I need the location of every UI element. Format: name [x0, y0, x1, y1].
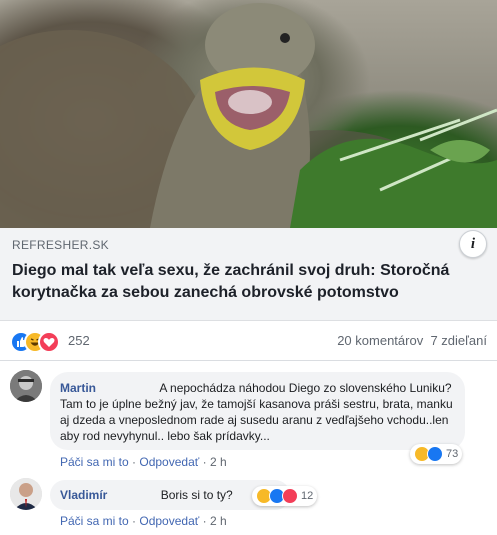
comments-count[interactable]: 20 komentárov [337, 333, 423, 348]
comment-reaction-count: 73 [446, 448, 459, 460]
love-reaction-icon [282, 488, 298, 504]
reply-link[interactable]: Odpovedať [139, 455, 199, 469]
comment-reactions[interactable]: 73 [410, 444, 463, 464]
link-title[interactable]: Diego mal tak veľa sexu, že zachránil sv… [12, 260, 452, 304]
like-reaction-icon [427, 446, 443, 462]
love-reaction-icon [38, 331, 60, 353]
comment-text: A nepochádza náhodou Diego zo slovenskéh… [60, 381, 453, 443]
comment-actions: Páči sa mi to · Odpovedať · 2 h [60, 514, 227, 528]
comment-author[interactable]: Vladimír [60, 488, 107, 502]
shares-count[interactable]: 7 zdieľaní [430, 333, 487, 348]
info-icon[interactable]: i [459, 230, 487, 258]
comment-time[interactable]: 2 h [210, 455, 227, 469]
comment-reactions[interactable]: 12 [252, 486, 318, 506]
comments-shares: 20 komentárov 7 zdieľaní [337, 333, 487, 348]
comment-time[interactable]: 2 h [210, 514, 227, 528]
avatar[interactable] [10, 478, 42, 510]
comment-reaction-count: 12 [301, 490, 314, 502]
like-link[interactable]: Páči sa mi to [60, 455, 129, 469]
link-domain: REFRESHER.SK [12, 238, 109, 252]
post-stats: 252 20 komentárov 7 zdieľaní [0, 320, 497, 361]
reaction-count[interactable]: 252 [68, 333, 90, 348]
reply-link[interactable]: Odpovedať [139, 514, 199, 528]
article-image[interactable] [0, 0, 497, 228]
comment-author[interactable]: Martin [60, 381, 96, 395]
tortoise-illustration [0, 3, 497, 228]
link-preview[interactable]: REFRESHER.SK Diego mal tak veľa sexu, že… [0, 228, 497, 321]
comment-actions: Páči sa mi to · Odpovedať · 2 h [60, 455, 227, 469]
comment-text: Boris si to ty? [160, 488, 233, 502]
avatar[interactable] [10, 370, 42, 402]
comment-bubble: Martin A nepochádza náhodou Diego zo slo… [50, 372, 465, 450]
like-link[interactable]: Páči sa mi to [60, 514, 129, 528]
